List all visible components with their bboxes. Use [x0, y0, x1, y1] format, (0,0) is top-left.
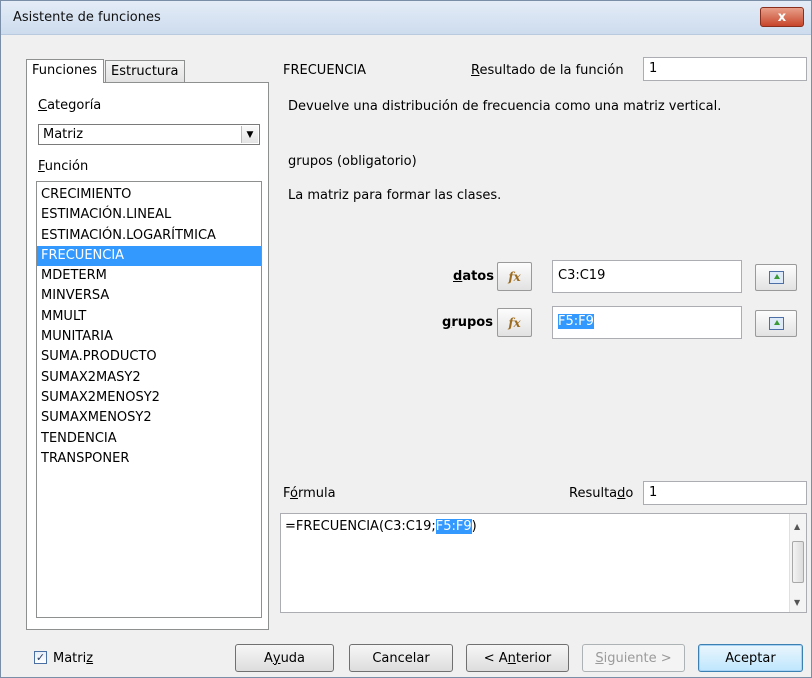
function-result-label: Resultado de la función: [471, 63, 624, 78]
window-title: Asistente de funciones: [13, 10, 161, 25]
formula-suffix: ): [471, 519, 477, 534]
result-label-rest: o: [625, 486, 634, 501]
function-list-item[interactable]: ESTIMACIÓN.LOGARÍTMICA: [37, 226, 261, 246]
result-label: Resultado: [569, 486, 634, 501]
close-button[interactable]: x: [760, 7, 804, 27]
function-description: Devuelve una distribución de frecuencia …: [288, 99, 722, 114]
function-label-rest: unción: [44, 159, 89, 174]
grupos-value: F5:F9: [558, 314, 594, 329]
formula-label: Fórmula: [283, 486, 336, 501]
matriz-checkbox[interactable]: ✓: [34, 651, 47, 664]
function-list-item[interactable]: FRECUENCIA: [37, 245, 261, 267]
ok-button[interactable]: Aceptar: [698, 644, 803, 672]
function-list-item[interactable]: MINVERSA: [37, 286, 261, 306]
chevron-down-icon[interactable]: ▼: [241, 126, 258, 143]
scroll-up-icon[interactable]: ▲: [794, 522, 800, 531]
function-list-item[interactable]: TRANSPONER: [37, 449, 261, 469]
param-title: grupos (obligatorio): [288, 154, 417, 169]
function-list-item[interactable]: TENDENCIA: [37, 429, 261, 449]
help-button[interactable]: Ay uda: [235, 644, 334, 672]
function-list-item[interactable]: SUMAXMENOSY2: [37, 408, 261, 428]
function-list-item[interactable]: MDETERM: [37, 266, 261, 286]
cancel-button[interactable]: Cancelar: [349, 644, 453, 672]
arg-label-datos: datos: [453, 269, 494, 284]
scroll-thumb[interactable]: [792, 541, 804, 583]
arg-label-grupos: grupos: [442, 315, 493, 330]
function-list-item[interactable]: MUNITARIA: [37, 327, 261, 347]
function-list-item[interactable]: SUMA.PRODUCTO: [37, 347, 261, 367]
tab-funciones[interactable]: Funciones: [26, 59, 104, 83]
fx-icon: fx: [508, 269, 521, 284]
category-select[interactable]: Matriz ▼: [38, 124, 260, 145]
function-list[interactable]: CRECIMIENTO ESTIMACIÓN.LINEAL ESTIMACIÓN.L…: [36, 181, 262, 618]
formula-label-rest: rmula: [297, 486, 336, 501]
formula-selected: F5:F9: [435, 519, 472, 534]
formula-prefix: =FRECUENCIA(C3:C19;: [285, 519, 436, 534]
formula-editor[interactable]: =FRECUENCIA(C3:C19;F5:F9) ▲ ▼: [280, 513, 807, 613]
function-list-item[interactable]: MMULT: [37, 307, 261, 327]
function-list-item[interactable]: CRECIMIENTO: [37, 185, 261, 205]
datos-input[interactable]: C3:C19: [552, 260, 742, 293]
function-list-item[interactable]: SUMAX2MENOSY2: [37, 388, 261, 408]
shrink-icon: [768, 271, 784, 284]
function-label: Función: [38, 159, 89, 174]
matriz-label: Matriz: [53, 651, 94, 666]
function-result-field[interactable]: 1: [643, 57, 807, 81]
category-label: Categoría: [38, 98, 102, 113]
category-label-rest: ategoría: [47, 98, 102, 113]
next-button[interactable]: Siguiente >: [582, 644, 685, 672]
function-name: FRECUENCIA: [283, 63, 367, 78]
shrink-button-datos[interactable]: [755, 264, 797, 291]
tab-estructura[interactable]: Estructura: [105, 60, 186, 82]
arg-label-grupos-rest: rupos: [451, 315, 493, 330]
formula-scrollbar[interactable]: ▲ ▼: [789, 514, 806, 612]
fx-button-grupos[interactable]: fx: [497, 308, 532, 337]
param-description: La matriz para formar las clases.: [288, 188, 502, 203]
scroll-down-icon[interactable]: ▼: [794, 598, 800, 607]
back-button[interactable]: < An terior: [466, 644, 569, 672]
shrink-button-grupos[interactable]: [755, 310, 797, 337]
function-list-item[interactable]: SUMAX2MASY2: [37, 368, 261, 388]
title-bar: Asistente de funciones x: [1, 1, 811, 35]
result-field[interactable]: 1: [643, 481, 807, 505]
function-wizard-dialog: Asistente de funciones x Funciones Estru…: [0, 0, 812, 678]
shrink-icon: [768, 317, 784, 330]
arg-label-datos-rest: atos: [462, 269, 494, 284]
category-value: Matriz: [43, 127, 84, 142]
fx-icon: fx: [508, 315, 521, 330]
grupos-input[interactable]: F5:F9: [552, 306, 742, 339]
function-list-item[interactable]: ESTIMACIÓN.LINEAL: [37, 205, 261, 225]
fx-button-datos[interactable]: fx: [497, 262, 532, 291]
function-result-label-rest: esultado de la función: [479, 63, 624, 78]
